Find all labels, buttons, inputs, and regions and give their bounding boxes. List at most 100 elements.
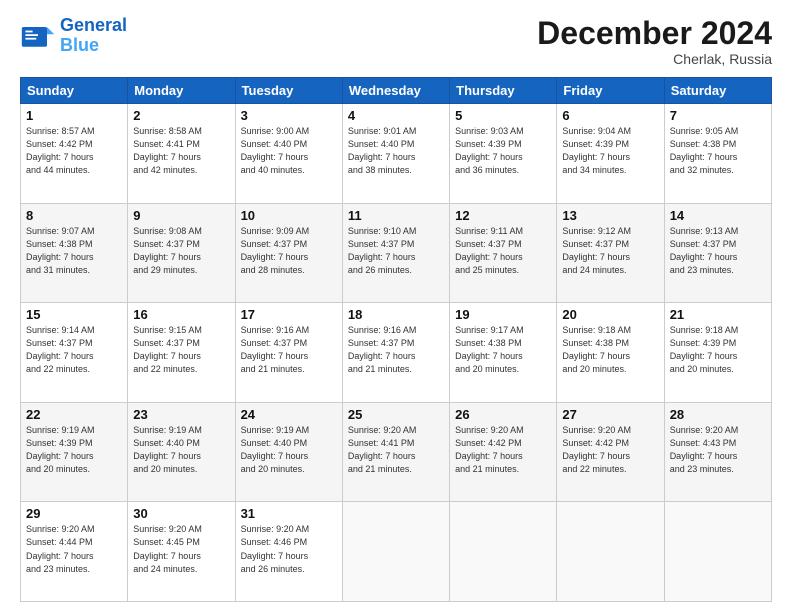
calendar-cell: 9 Sunrise: 9:08 AMSunset: 4:37 PMDaylight… xyxy=(128,203,235,303)
calendar-week-row: 22Sunrise: 9:19 AMSunset: 4:39 PMDayligh… xyxy=(21,402,772,502)
calendar-cell: 10 Sunrise: 9:09 AMSunset: 4:37 PMDayligh… xyxy=(235,203,342,303)
day-number: 27 xyxy=(562,407,658,422)
calendar-cell: 1Sunrise: 8:57 AMSunset: 4:42 PMDaylight… xyxy=(21,104,128,204)
day-number: 21 xyxy=(670,307,766,322)
day-number: 17 xyxy=(241,307,337,322)
cell-details: Sunrise: 9:19 AMSunset: 4:40 PMDaylight:… xyxy=(133,424,229,476)
day-number: 9 xyxy=(133,208,229,223)
calendar-cell: 27 Sunrise: 9:20 AMSunset: 4:42 PMDayligh… xyxy=(557,402,664,502)
day-number: 25 xyxy=(348,407,444,422)
cell-details: Sunrise: 9:16 AMSunset: 4:37 PMDaylight:… xyxy=(348,324,444,376)
page: General Blue December 2024 Cherlak, Russ… xyxy=(0,0,792,612)
day-number: 2 xyxy=(133,108,229,123)
day-number: 10 xyxy=(241,208,337,223)
day-number: 5 xyxy=(455,108,551,123)
title-area: December 2024 Cherlak, Russia xyxy=(537,16,772,67)
day-number: 7 xyxy=(670,108,766,123)
day-number: 16 xyxy=(133,307,229,322)
calendar-cell: 24Sunrise: 9:19 AMSunset: 4:40 PMDayligh… xyxy=(235,402,342,502)
cell-details: Sunrise: 9:19 AMSunset: 4:39 PMDaylight:… xyxy=(26,424,122,476)
cell-details: Sunrise: 9:05 AMSunset: 4:38 PMDaylight:… xyxy=(670,125,766,177)
calendar-week-row: 8 Sunrise: 9:07 AMSunset: 4:38 PMDaylight… xyxy=(21,203,772,303)
cell-details: Sunrise: 9:10 AMSunset: 4:37 PMDaylight:… xyxy=(348,225,444,277)
location: Cherlak, Russia xyxy=(537,51,772,67)
cell-details: Sunrise: 9:20 AMSunset: 4:42 PMDaylight:… xyxy=(455,424,551,476)
day-number: 31 xyxy=(241,506,337,521)
cell-details: Sunrise: 9:20 AMSunset: 4:44 PMDaylight:… xyxy=(26,523,122,575)
calendar-header-sunday: Sunday xyxy=(21,78,128,104)
cell-details: Sunrise: 8:57 AMSunset: 4:42 PMDaylight:… xyxy=(26,125,122,177)
cell-details: Sunrise: 9:13 AMSunset: 4:37 PMDaylight:… xyxy=(670,225,766,277)
day-number: 8 xyxy=(26,208,122,223)
cell-details: Sunrise: 9:03 AMSunset: 4:39 PMDaylight:… xyxy=(455,125,551,177)
cell-details: Sunrise: 9:16 AMSunset: 4:37 PMDaylight:… xyxy=(241,324,337,376)
calendar-cell: 13 Sunrise: 9:12 AMSunset: 4:37 PMDayligh… xyxy=(557,203,664,303)
cell-details: Sunrise: 9:09 AMSunset: 4:37 PMDaylight:… xyxy=(241,225,337,277)
cell-details: Sunrise: 9:14 AMSunset: 4:37 PMDaylight:… xyxy=(26,324,122,376)
calendar-cell xyxy=(664,502,771,602)
cell-details: Sunrise: 9:11 AMSunset: 4:37 PMDaylight:… xyxy=(455,225,551,277)
calendar-cell: 2 Sunrise: 8:58 AMSunset: 4:41 PMDaylight… xyxy=(128,104,235,204)
day-number: 6 xyxy=(562,108,658,123)
cell-details: Sunrise: 9:15 AMSunset: 4:37 PMDaylight:… xyxy=(133,324,229,376)
day-number: 15 xyxy=(26,307,122,322)
calendar-cell xyxy=(450,502,557,602)
calendar-cell: 7 Sunrise: 9:05 AMSunset: 4:38 PMDaylight… xyxy=(664,104,771,204)
calendar-cell: 3Sunrise: 9:00 AMSunset: 4:40 PMDaylight… xyxy=(235,104,342,204)
day-number: 23 xyxy=(133,407,229,422)
calendar-header-monday: Monday xyxy=(128,78,235,104)
calendar-cell: 14 Sunrise: 9:13 AMSunset: 4:37 PMDayligh… xyxy=(664,203,771,303)
cell-details: Sunrise: 9:20 AMSunset: 4:42 PMDaylight:… xyxy=(562,424,658,476)
day-number: 13 xyxy=(562,208,658,223)
calendar-cell: 11 Sunrise: 9:10 AMSunset: 4:37 PMDayligh… xyxy=(342,203,449,303)
day-number: 19 xyxy=(455,307,551,322)
day-number: 28 xyxy=(670,407,766,422)
calendar-header-wednesday: Wednesday xyxy=(342,78,449,104)
cell-details: Sunrise: 9:20 AMSunset: 4:43 PMDaylight:… xyxy=(670,424,766,476)
calendar-header-saturday: Saturday xyxy=(664,78,771,104)
logo-text: General Blue xyxy=(60,16,127,56)
cell-details: Sunrise: 9:20 AMSunset: 4:46 PMDaylight:… xyxy=(241,523,337,575)
calendar-cell: 19 Sunrise: 9:17 AMSunset: 4:38 PMDayligh… xyxy=(450,303,557,403)
day-number: 26 xyxy=(455,407,551,422)
cell-details: Sunrise: 9:17 AMSunset: 4:38 PMDaylight:… xyxy=(455,324,551,376)
calendar-cell: 16 Sunrise: 9:15 AMSunset: 4:37 PMDayligh… xyxy=(128,303,235,403)
calendar-cell xyxy=(342,502,449,602)
calendar-cell: 23 Sunrise: 9:19 AMSunset: 4:40 PMDayligh… xyxy=(128,402,235,502)
calendar-cell: 15 Sunrise: 9:14 AMSunset: 4:37 PMDayligh… xyxy=(21,303,128,403)
calendar-cell: 26 Sunrise: 9:20 AMSunset: 4:42 PMDayligh… xyxy=(450,402,557,502)
calendar-table: SundayMondayTuesdayWednesdayThursdayFrid… xyxy=(20,77,772,602)
day-number: 30 xyxy=(133,506,229,521)
calendar-cell: 20Sunrise: 9:18 AMSunset: 4:38 PMDayligh… xyxy=(557,303,664,403)
day-number: 18 xyxy=(348,307,444,322)
calendar-cell: 17 Sunrise: 9:16 AMSunset: 4:37 PMDayligh… xyxy=(235,303,342,403)
calendar-cell: 4 Sunrise: 9:01 AMSunset: 4:40 PMDaylight… xyxy=(342,104,449,204)
cell-details: Sunrise: 8:58 AMSunset: 4:41 PMDaylight:… xyxy=(133,125,229,177)
calendar-header-row: SundayMondayTuesdayWednesdayThursdayFrid… xyxy=(21,78,772,104)
cell-details: Sunrise: 9:07 AMSunset: 4:38 PMDaylight:… xyxy=(26,225,122,277)
cell-details: Sunrise: 9:20 AMSunset: 4:41 PMDaylight:… xyxy=(348,424,444,476)
calendar-cell: 25 Sunrise: 9:20 AMSunset: 4:41 PMDayligh… xyxy=(342,402,449,502)
calendar-cell: 8 Sunrise: 9:07 AMSunset: 4:38 PMDaylight… xyxy=(21,203,128,303)
calendar-cell: 31 Sunrise: 9:20 AMSunset: 4:46 PMDayligh… xyxy=(235,502,342,602)
day-number: 4 xyxy=(348,108,444,123)
calendar-cell: 5 Sunrise: 9:03 AMSunset: 4:39 PMDaylight… xyxy=(450,104,557,204)
cell-details: Sunrise: 9:01 AMSunset: 4:40 PMDaylight:… xyxy=(348,125,444,177)
calendar-week-row: 1Sunrise: 8:57 AMSunset: 4:42 PMDaylight… xyxy=(21,104,772,204)
day-number: 11 xyxy=(348,208,444,223)
calendar-week-row: 15 Sunrise: 9:14 AMSunset: 4:37 PMDayligh… xyxy=(21,303,772,403)
day-number: 12 xyxy=(455,208,551,223)
calendar-cell: 6Sunrise: 9:04 AMSunset: 4:39 PMDaylight… xyxy=(557,104,664,204)
calendar-header-friday: Friday xyxy=(557,78,664,104)
cell-details: Sunrise: 9:20 AMSunset: 4:45 PMDaylight:… xyxy=(133,523,229,575)
cell-details: Sunrise: 9:08 AMSunset: 4:37 PMDaylight:… xyxy=(133,225,229,277)
calendar-cell: 28 Sunrise: 9:20 AMSunset: 4:43 PMDayligh… xyxy=(664,402,771,502)
cell-details: Sunrise: 9:12 AMSunset: 4:37 PMDaylight:… xyxy=(562,225,658,277)
cell-details: Sunrise: 9:00 AMSunset: 4:40 PMDaylight:… xyxy=(241,125,337,177)
day-number: 24 xyxy=(241,407,337,422)
logo: General Blue xyxy=(20,16,127,56)
calendar-cell: 12 Sunrise: 9:11 AMSunset: 4:37 PMDayligh… xyxy=(450,203,557,303)
day-number: 14 xyxy=(670,208,766,223)
calendar-cell: 18 Sunrise: 9:16 AMSunset: 4:37 PMDayligh… xyxy=(342,303,449,403)
day-number: 20 xyxy=(562,307,658,322)
